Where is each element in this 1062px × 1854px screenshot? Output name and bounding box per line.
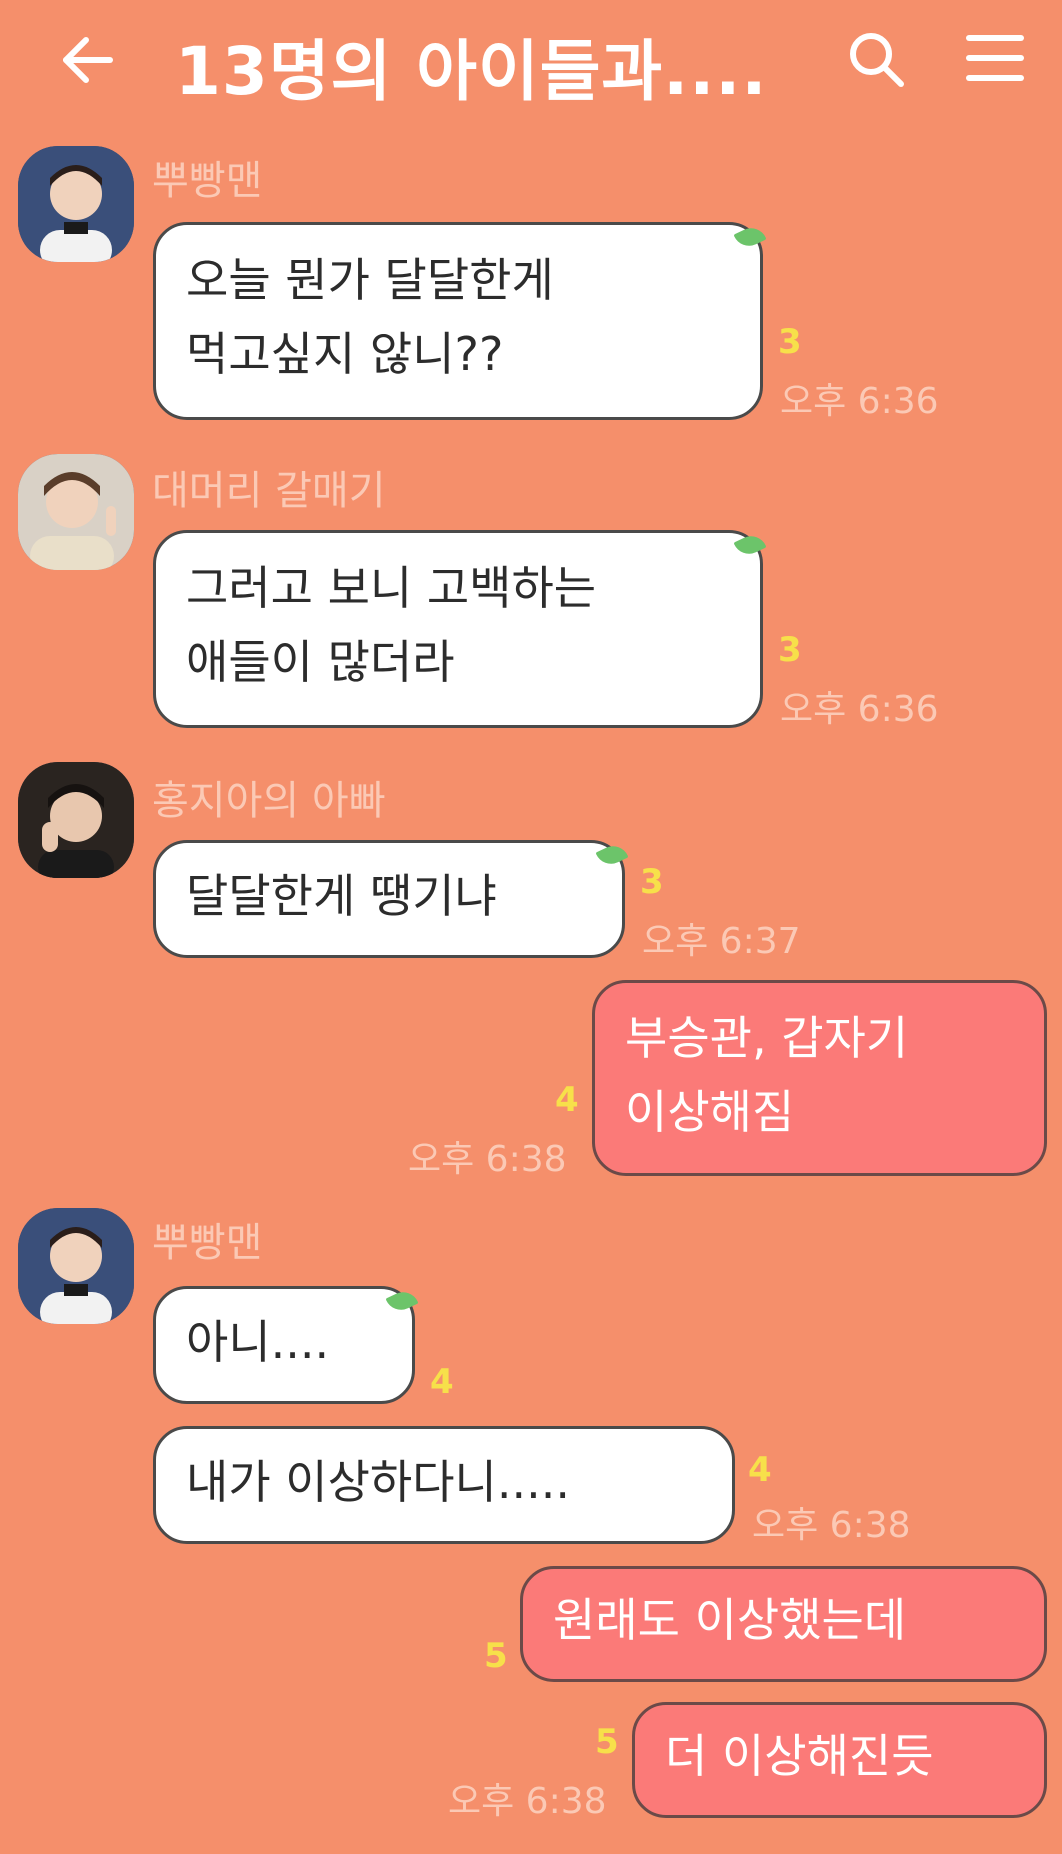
message-time: 오후 6:36 xyxy=(780,689,939,730)
unread-count: 4 xyxy=(430,1362,454,1402)
message-line: 달달한게 땡기냐 xyxy=(186,869,497,923)
avatar[interactable] xyxy=(18,454,134,570)
message-line: 오늘 뭔가 달달한게 xyxy=(186,253,554,307)
my-message-bubble[interactable]: 원래도 이상했는데 xyxy=(520,1566,1047,1682)
message-bubble[interactable]: 아니.... xyxy=(153,1286,415,1404)
message-time: 오후 6:38 xyxy=(408,1139,567,1180)
message-line: 그러고 보니 고백하는 xyxy=(186,561,597,615)
message-time: 오후 6:38 xyxy=(752,1505,911,1546)
sender-name: 뿌빵맨 xyxy=(152,1220,263,1266)
hamburger-menu-icon[interactable] xyxy=(965,30,1025,86)
message-line: 이상해짐 xyxy=(625,1085,795,1139)
message-bubble[interactable]: 내가 이상하다니..... xyxy=(153,1426,735,1544)
my-message-bubble[interactable]: 부승관, 갑자기 이상해짐 xyxy=(592,980,1047,1176)
unread-count: 5 xyxy=(595,1722,619,1762)
message-line: 애들이 많더라 xyxy=(186,635,455,689)
sender-name: 뿌빵맨 xyxy=(152,158,263,204)
unread-count: 4 xyxy=(748,1450,772,1490)
avatar[interactable] xyxy=(18,1208,134,1324)
unread-count: 3 xyxy=(778,630,802,670)
message-time: 오후 6:36 xyxy=(780,381,939,422)
message-line: 아니.... xyxy=(186,1315,330,1369)
sender-name: 홍지아의 아빠 xyxy=(152,778,386,824)
message-bubble[interactable]: 오늘 뭔가 달달한게 먹고싶지 않니?? xyxy=(153,222,763,420)
unread-count: 4 xyxy=(555,1080,579,1120)
unread-count: 3 xyxy=(640,862,664,902)
message-time: 오후 6:37 xyxy=(642,921,801,962)
message-line: 내가 이상하다니..... xyxy=(186,1455,570,1509)
message-bubble[interactable]: 달달한게 땡기냐 xyxy=(153,840,625,958)
search-icon[interactable] xyxy=(845,28,907,90)
sender-name: 대머리 갈매기 xyxy=(152,468,386,514)
avatar[interactable] xyxy=(18,762,134,878)
message-bubble[interactable]: 그러고 보니 고백하는 애들이 많더라 xyxy=(153,530,763,728)
unread-count: 3 xyxy=(778,322,802,362)
avatar[interactable] xyxy=(18,146,134,262)
message-line: 먹고싶지 않니?? xyxy=(186,327,504,381)
message-line: 부승관, 갑자기 xyxy=(625,1011,909,1065)
message-line: 원래도 이상했는데 xyxy=(553,1593,907,1647)
back-arrow-icon[interactable] xyxy=(58,30,118,90)
my-message-bubble[interactable]: 더 이상해진듯 xyxy=(632,1702,1047,1818)
message-line: 더 이상해진듯 xyxy=(665,1729,934,1783)
message-time: 오후 6:38 xyxy=(448,1781,607,1822)
unread-count: 5 xyxy=(484,1636,508,1676)
chat-room-title: 13명의 아이들과.... xyxy=(175,33,768,110)
